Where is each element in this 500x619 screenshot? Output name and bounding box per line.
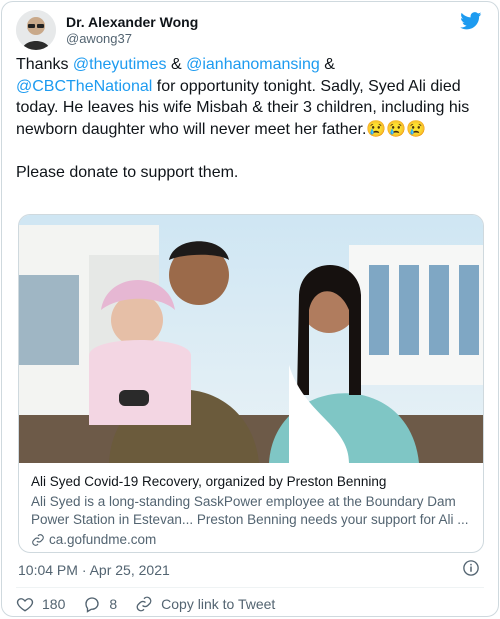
tweet-text-segment: Thanks xyxy=(16,56,73,73)
info-icon[interactable] xyxy=(462,559,480,577)
avatar[interactable] xyxy=(16,10,56,50)
user-handle[interactable]: @awong37 xyxy=(66,31,198,47)
mention-link[interactable]: @theyutimes xyxy=(73,56,167,73)
link-card[interactable]: Ali Syed Covid-19 Recovery, organized by… xyxy=(18,214,484,553)
link-icon xyxy=(32,534,44,546)
mention-link[interactable]: @CBCTheNational xyxy=(16,78,152,95)
tweet-header: Dr. Alexander Wong @awong37 xyxy=(16,10,198,50)
divider xyxy=(16,587,484,588)
heart-icon xyxy=(16,598,34,612)
copy-link-label: Copy link to Tweet xyxy=(161,596,276,612)
tweet-text: Thanks @theyutimes & @ianhanomansing & @… xyxy=(16,54,482,183)
tweet-timestamp[interactable]: 10:04 PM · Apr 25, 2021 xyxy=(18,562,170,578)
reply-count: 8 xyxy=(109,596,118,612)
display-name[interactable]: Dr. Alexander Wong xyxy=(66,14,198,31)
tweet-text-segment: & xyxy=(166,56,187,73)
card-domain[interactable]: ca.gofundme.com xyxy=(31,531,471,549)
reply-button[interactable]: 8 xyxy=(83,595,117,613)
card-title[interactable]: Ali Syed Covid-19 Recovery, organized by… xyxy=(31,473,471,491)
card-description: Ali Syed is a long-standing SaskPower em… xyxy=(31,494,469,527)
copy-link-icon xyxy=(136,596,152,612)
tweet-card: Dr. Alexander Wong @awong37 Thanks @they… xyxy=(1,1,499,617)
tweet-text-paragraph: Please donate to support them. xyxy=(16,163,239,181)
mention-link[interactable]: @ianhanomansing xyxy=(186,56,320,73)
like-count: 180 xyxy=(42,596,66,612)
card-domain-text: ca.gofundme.com xyxy=(49,532,157,547)
tweet-actions: 180 8 Copy link to Tweet xyxy=(16,595,293,613)
like-button[interactable]: 180 xyxy=(16,595,65,613)
card-image[interactable] xyxy=(19,215,483,463)
reply-icon xyxy=(85,597,100,613)
copy-link-button[interactable]: Copy link to Tweet xyxy=(135,595,275,613)
tweet-text-segment: & xyxy=(319,56,335,73)
twitter-logo-icon[interactable] xyxy=(460,12,482,30)
crying-emoji: 😢😢😢 xyxy=(366,120,427,138)
